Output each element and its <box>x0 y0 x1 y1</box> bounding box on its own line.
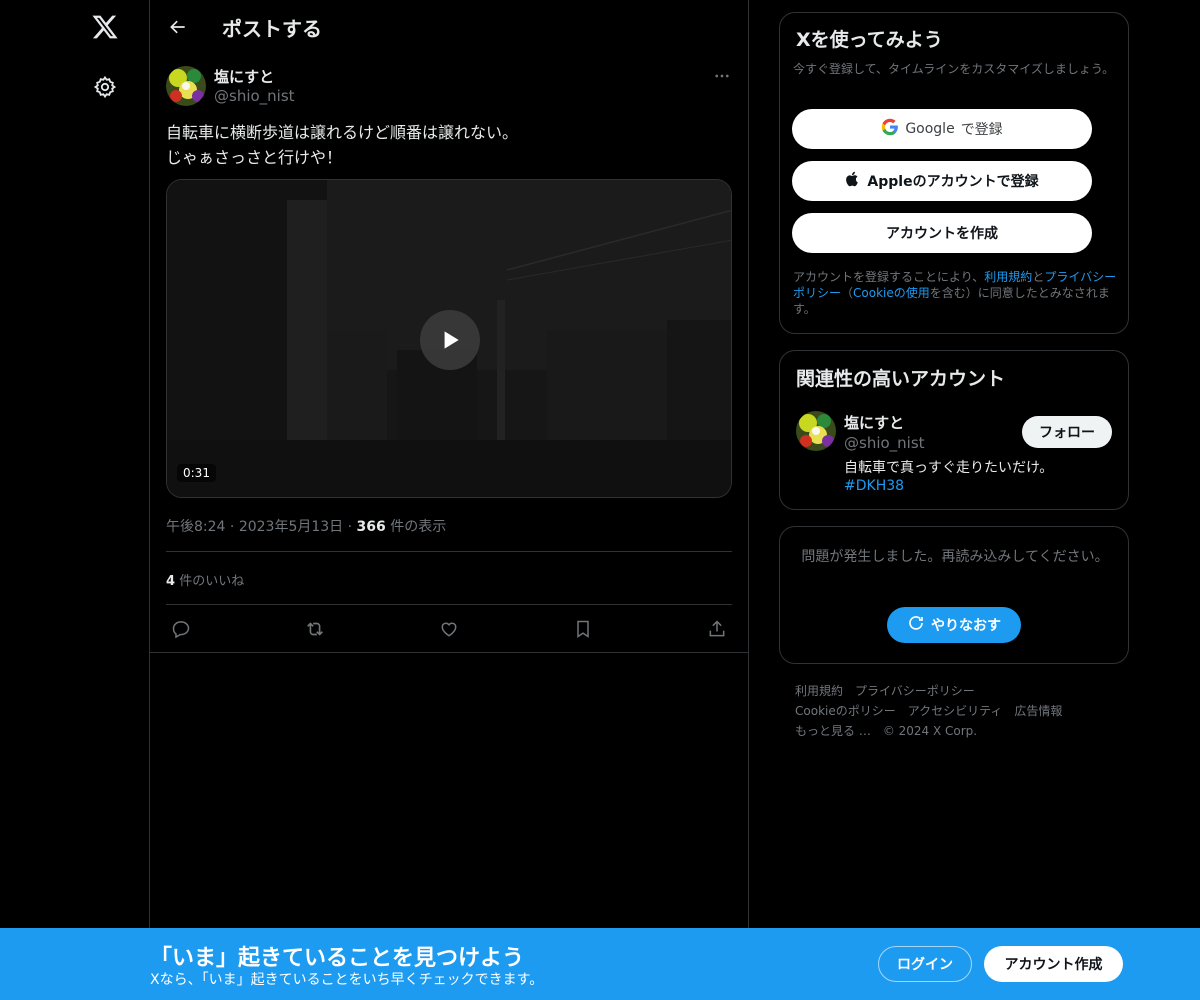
more-options-icon[interactable] <box>710 64 734 88</box>
account-hashtag[interactable]: #DKH38 <box>844 478 904 494</box>
create-account-button[interactable]: アカウントを作成 <box>792 213 1092 253</box>
footer-link[interactable]: Cookieのポリシー <box>795 701 896 721</box>
left-navigation <box>0 0 150 1000</box>
bookmark-icon[interactable] <box>569 615 597 643</box>
signup-banner: 「いま」起きていることを見つけよう Xなら、「いま」起きていることをいち早くチェ… <box>0 928 1200 1000</box>
signup-card-subtitle: 今すぐ登録して、タイムラインをカスタマイズしましょう。 <box>793 62 1115 76</box>
page-header: ポストする <box>150 0 748 54</box>
google-icon <box>881 118 899 140</box>
footer-link[interactable]: プライバシーポリシー <box>855 681 975 701</box>
repost-icon[interactable] <box>301 615 329 643</box>
divider <box>166 551 732 552</box>
video-player[interactable]: 0:31 <box>166 179 732 498</box>
post-meta: 午後8:24 · 2023年5月13日 · 366 件の表示 <box>166 516 446 536</box>
google-signup-brand: Google <box>905 121 955 137</box>
avatar[interactable] <box>796 411 836 451</box>
signup-card-title: Xを使ってみよう <box>796 29 943 51</box>
views-label: 件の表示 <box>390 519 447 535</box>
divider <box>166 604 732 605</box>
apple-signup-button[interactable]: Appleのアカウントで登録 <box>792 161 1092 201</box>
terms-text-part: と <box>1032 270 1045 284</box>
terms-text: アカウントを登録することにより、利用規約とプライバシーポリシー（Cookieの使… <box>793 269 1119 317</box>
post-time[interactable]: 午後8:24 <box>166 519 225 535</box>
copyright: © 2024 X Corp. <box>882 724 978 738</box>
gear-icon[interactable] <box>89 71 121 103</box>
views-count: 366 <box>356 519 386 535</box>
account-handle[interactable]: @shio_nist <box>844 434 925 452</box>
reply-icon[interactable] <box>167 615 195 643</box>
retry-button[interactable]: やりなおす <box>887 607 1021 643</box>
google-signup-button[interactable]: Google で登録 <box>792 109 1092 149</box>
author-handle[interactable]: @shio_nist <box>214 87 295 105</box>
post-date[interactable]: 2023年5月13日 <box>239 519 343 535</box>
footer-links: 利用規約 プライバシーポリシー Cookieのポリシー アクセシビリティ 広告情報 も… <box>795 681 1115 741</box>
video-duration: 0:31 <box>177 464 216 482</box>
apple-signup-label: Appleのアカウントで登録 <box>867 174 1039 190</box>
cookie-link[interactable]: Cookieの使用 <box>853 286 930 300</box>
likes-summary[interactable]: 4 件のいいね <box>166 570 244 589</box>
meta-separator: · <box>229 519 239 535</box>
error-card: 問題が発生しました。再読み込みしてください。 やりなおす <box>779 526 1129 664</box>
related-accounts-card: 関連性の高いアカウント 塩にすと @shio_nist フォロー 自転車で真っす… <box>779 350 1129 510</box>
x-logo-icon[interactable] <box>88 10 122 44</box>
account-bio: 自転車で真っすぐ走りたいだけ。 <box>844 460 1054 476</box>
page-title: ポストする <box>222 17 322 41</box>
author-name[interactable]: 塩にすと <box>214 66 274 87</box>
main-column: ポストする 塩にすと @shio_nist 自転車に横断歩道は譲れるけど順番は譲… <box>149 0 749 1000</box>
terms-text-part: （ <box>841 286 854 300</box>
banner-subtitle: Xなら、「いま」起きていることをいち早くチェックできます。 <box>150 972 544 988</box>
error-message: 問題が発生しました。再読み込みしてください。 <box>801 549 1109 565</box>
follow-button[interactable]: フォロー <box>1022 416 1112 448</box>
login-button[interactable]: ログイン <box>878 946 972 982</box>
post-actions <box>166 615 732 643</box>
footer-link[interactable]: 広告情報 <box>1014 701 1062 721</box>
banner-title: 「いま」起きていることを見つけよう <box>150 946 525 971</box>
share-icon[interactable] <box>703 615 731 643</box>
refresh-icon <box>907 614 925 636</box>
likes-label: 件のいいね <box>179 574 245 589</box>
arrow-left-icon[interactable] <box>164 13 192 41</box>
google-signup-label: で登録 <box>960 122 1003 138</box>
play-icon[interactable] <box>420 310 480 370</box>
footer-link-more[interactable]: もっと見る … <box>795 721 871 741</box>
avatar[interactable] <box>166 66 206 106</box>
likes-count: 4 <box>166 574 176 589</box>
post-text-line: 自転車に横断歩道は譲れるけど順番は譲れない。 <box>166 123 519 142</box>
retry-label: やりなおす <box>931 618 1001 634</box>
create-account-label: アカウントを作成 <box>886 226 998 242</box>
footer-link[interactable]: 利用規約 <box>795 681 843 701</box>
like-icon[interactable] <box>435 615 463 643</box>
meta-separator: · <box>347 519 357 535</box>
footer-link[interactable]: アクセシビリティ <box>908 701 1003 721</box>
signup-button[interactable]: アカウント作成 <box>984 946 1123 982</box>
post-text-line: じゃぁさっさと行けや！ <box>166 148 343 167</box>
apple-icon <box>845 170 861 192</box>
related-card-title: 関連性の高いアカウント <box>796 368 1006 390</box>
divider <box>150 652 748 653</box>
account-name[interactable]: 塩にすと <box>844 412 904 433</box>
terms-link[interactable]: 利用規約 <box>984 270 1032 284</box>
post-text: 自転車に横断歩道は譲れるけど順番は譲れない。 じゃぁさっさと行けや！ <box>166 120 732 170</box>
terms-text-part: アカウントを登録することにより、 <box>793 270 985 284</box>
signup-card: Xを使ってみよう 今すぐ登録して、タイムラインをカスタマイズしましょう。 Goo… <box>779 12 1129 334</box>
